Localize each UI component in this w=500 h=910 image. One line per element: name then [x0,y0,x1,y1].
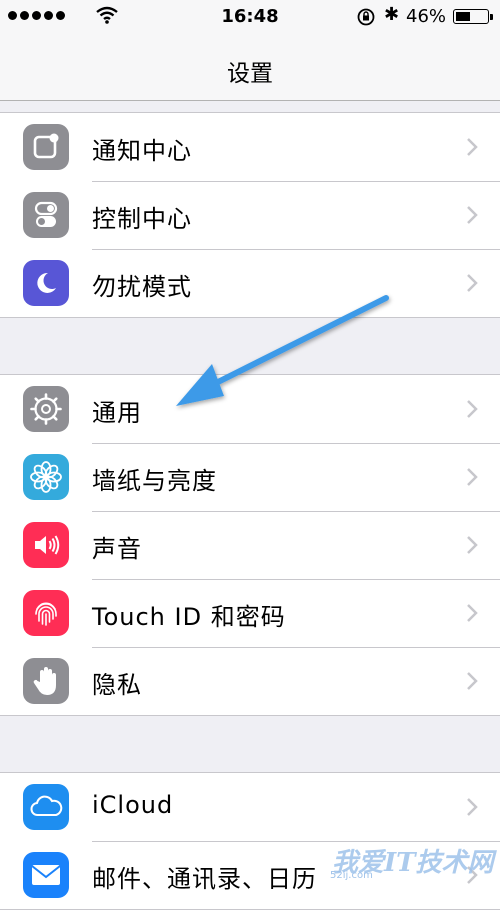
settings-row-label: 声音 [92,535,142,563]
settings-row-sounds[interactable]: 声音 [0,511,500,579]
settings-row-control-center[interactable]: 控制中心 [0,181,500,249]
settings-row-label: iCloud [92,791,174,819]
speaker-icon [23,522,69,568]
rotation-lock-icon [357,8,375,26]
settings-row-touch-id-passcode[interactable]: Touch ID 和密码 [0,579,500,647]
status-bar: 16:48 ✱ 46% [0,0,500,34]
settings-row-label: 邮件、通讯录、日历 [92,865,317,893]
settings-row-label: 通用 [92,399,142,427]
settings-row-label: 墙纸与亮度 [92,467,217,495]
chevron-right-icon [467,798,478,816]
settings-row-privacy[interactable]: 隐私 [0,647,500,715]
hand-icon [23,658,69,704]
chevron-right-icon [467,468,478,486]
notification-center-icon [23,124,69,170]
chevron-right-icon [467,672,478,690]
settings-row-general[interactable]: 通用 [0,375,500,443]
chevron-right-icon [467,400,478,418]
chevron-right-icon [467,536,478,554]
wallpaper-flower-icon [23,454,69,500]
navigation-bar: 设置 [0,34,500,101]
bluetooth-icon: ✱ [384,4,400,25]
settings-row-wallpaper-brightness[interactable]: 墙纸与亮度 [0,443,500,511]
settings-group-1: 通知中心 控制中心 勿扰模式 [0,112,500,318]
settings-row-label: Touch ID 和密码 [92,603,286,631]
page-title: 设置 [227,61,273,87]
settings-row-label: 隐私 [92,671,142,699]
settings-row-label: 勿扰模式 [92,273,192,301]
chevron-right-icon [467,138,478,156]
settings-group-2: 通用 墙纸与亮度 声音 Touch ID 和密码 隐私 [0,374,500,716]
settings-row-label: 通知中心 [92,137,192,165]
settings-row-notification-center[interactable]: 通知中心 [0,113,500,181]
fingerprint-icon [23,590,69,636]
control-center-icon [23,192,69,238]
chevron-right-icon [467,604,478,622]
cloud-icon [23,784,69,830]
settings-row-do-not-disturb[interactable]: 勿扰模式 [0,249,500,317]
do-not-disturb-icon [23,260,69,306]
battery-percent: 46% [406,6,447,27]
gear-icon [23,386,69,432]
chevron-right-icon [467,274,478,292]
watermark-subtext: 52ij.com [330,870,373,881]
battery-icon [453,9,493,24]
mail-icon [23,852,69,898]
settings-row-icloud[interactable]: iCloud [0,773,500,841]
chevron-right-icon [467,206,478,224]
settings-row-label: 控制中心 [92,205,192,233]
watermark-logo: 我爱IT技术网 [332,848,494,878]
